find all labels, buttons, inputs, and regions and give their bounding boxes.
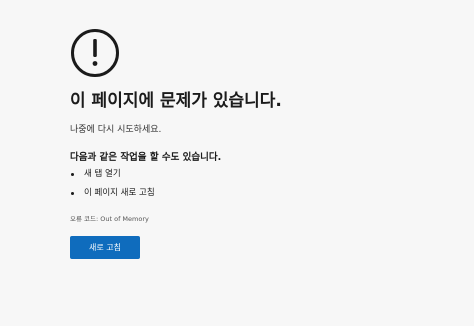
reload-button[interactable]: 새로 고침 <box>70 236 140 259</box>
action-item-refresh: 이 페이지 새로 고침 <box>70 187 155 200</box>
bullet-icon <box>71 192 74 195</box>
error-page: 이 페이지에 문제가 있습니다. 나중에 다시 시도하세요. 다음과 같은 작업… <box>0 0 474 326</box>
action-item-label: 이 페이지 새로 고침 <box>84 188 155 198</box>
actions-heading: 다음과 같은 작업을 할 수도 있습니다. <box>70 152 222 163</box>
action-item-label: 새 탭 열기 <box>84 169 121 179</box>
page-title: 이 페이지에 문제가 있습니다. <box>70 91 282 111</box>
error-code: 오류 코드: Out of Memory <box>70 215 149 223</box>
retry-later-message: 나중에 다시 시도하세요. <box>70 125 162 135</box>
actions-list: 새 탭 열기 이 페이지 새로 고침 <box>70 168 155 206</box>
bullet-icon <box>71 173 74 176</box>
exclamation-circle-icon <box>70 28 120 78</box>
action-item-new-tab: 새 탭 열기 <box>70 168 155 181</box>
